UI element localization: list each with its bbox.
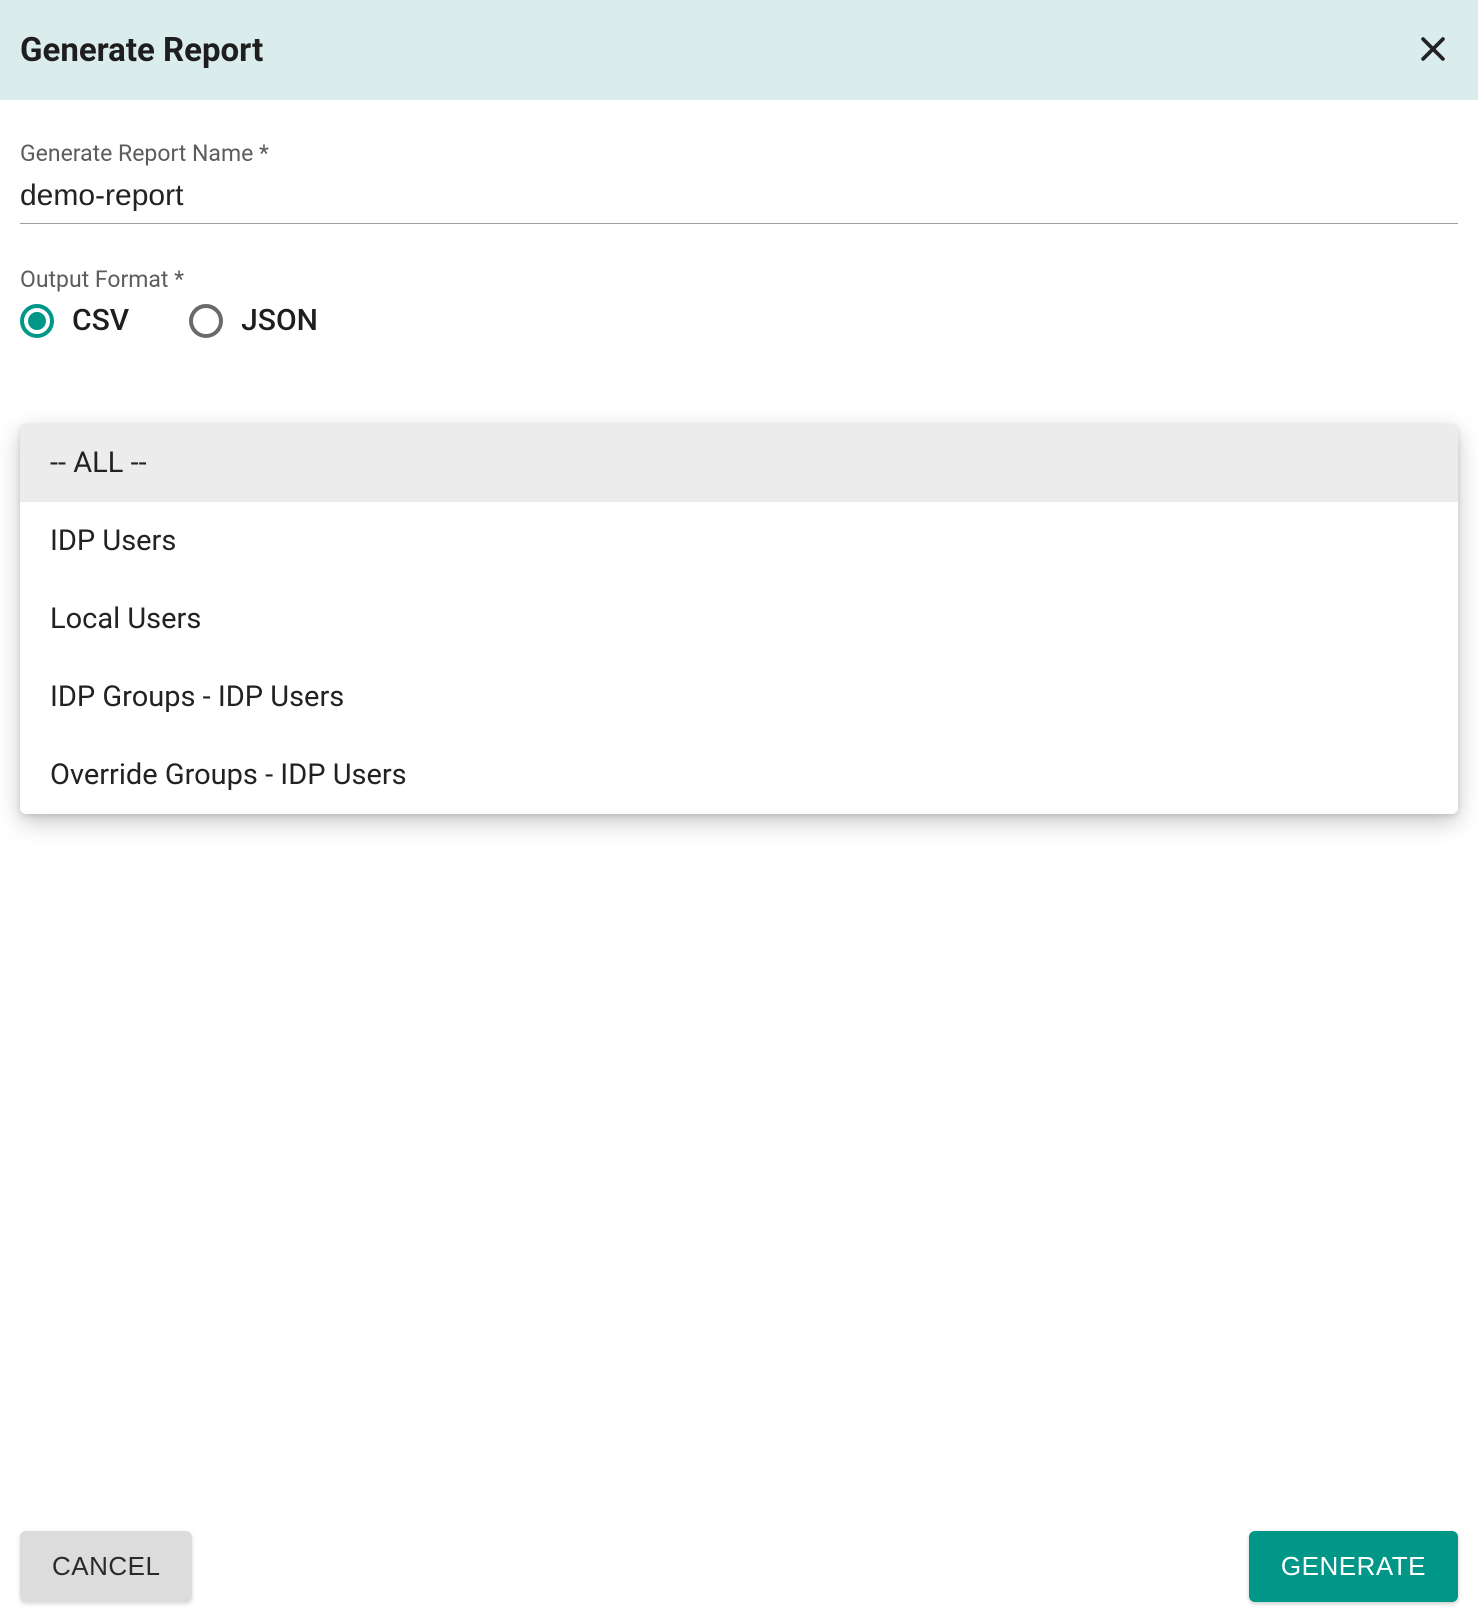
generate-button[interactable]: GENERATE [1249,1531,1458,1602]
dialog-footer: CANCEL GENERATE [20,1531,1458,1602]
dialog-body: Generate Report Name * Output Format * C… [0,100,1478,390]
output-format-radio-group: CSV JSON [20,303,1458,338]
dropdown-option-idp-users[interactable]: IDP Users [20,502,1458,580]
radio-selected-icon [20,304,54,338]
dropdown-option-local-users[interactable]: Local Users [20,580,1458,658]
dialog-title: Generate Report [20,31,263,70]
output-format-label: Output Format * [20,266,1458,293]
dialog-header: Generate Report [0,0,1478,100]
report-name-field: Generate Report Name * [20,140,1458,224]
output-format-field: Output Format * CSV JSON [20,266,1458,338]
radio-csv[interactable]: CSV [20,303,129,338]
close-icon [1416,32,1450,69]
radio-json[interactable]: JSON [189,303,318,338]
group-type-label-partial [20,374,1458,392]
radio-json-label: JSON [241,303,318,338]
radio-unselected-icon [189,304,223,338]
dropdown-option-all[interactable]: -- ALL -- [20,424,1458,502]
cancel-button[interactable]: CANCEL [20,1531,192,1602]
report-name-input[interactable] [20,173,1458,224]
dropdown-option-idp-groups-idp-users[interactable]: IDP Groups - IDP Users [20,658,1458,736]
group-type-dropdown[interactable]: -- ALL -- IDP Users Local Users IDP Grou… [20,424,1458,814]
generate-report-dialog: Generate Report Generate Report Name * O… [0,0,1478,1622]
report-name-label: Generate Report Name * [20,140,1458,167]
radio-csv-label: CSV [72,303,129,338]
dropdown-option-override-groups-idp-users[interactable]: Override Groups - IDP Users [20,736,1458,814]
close-button[interactable] [1408,24,1458,77]
